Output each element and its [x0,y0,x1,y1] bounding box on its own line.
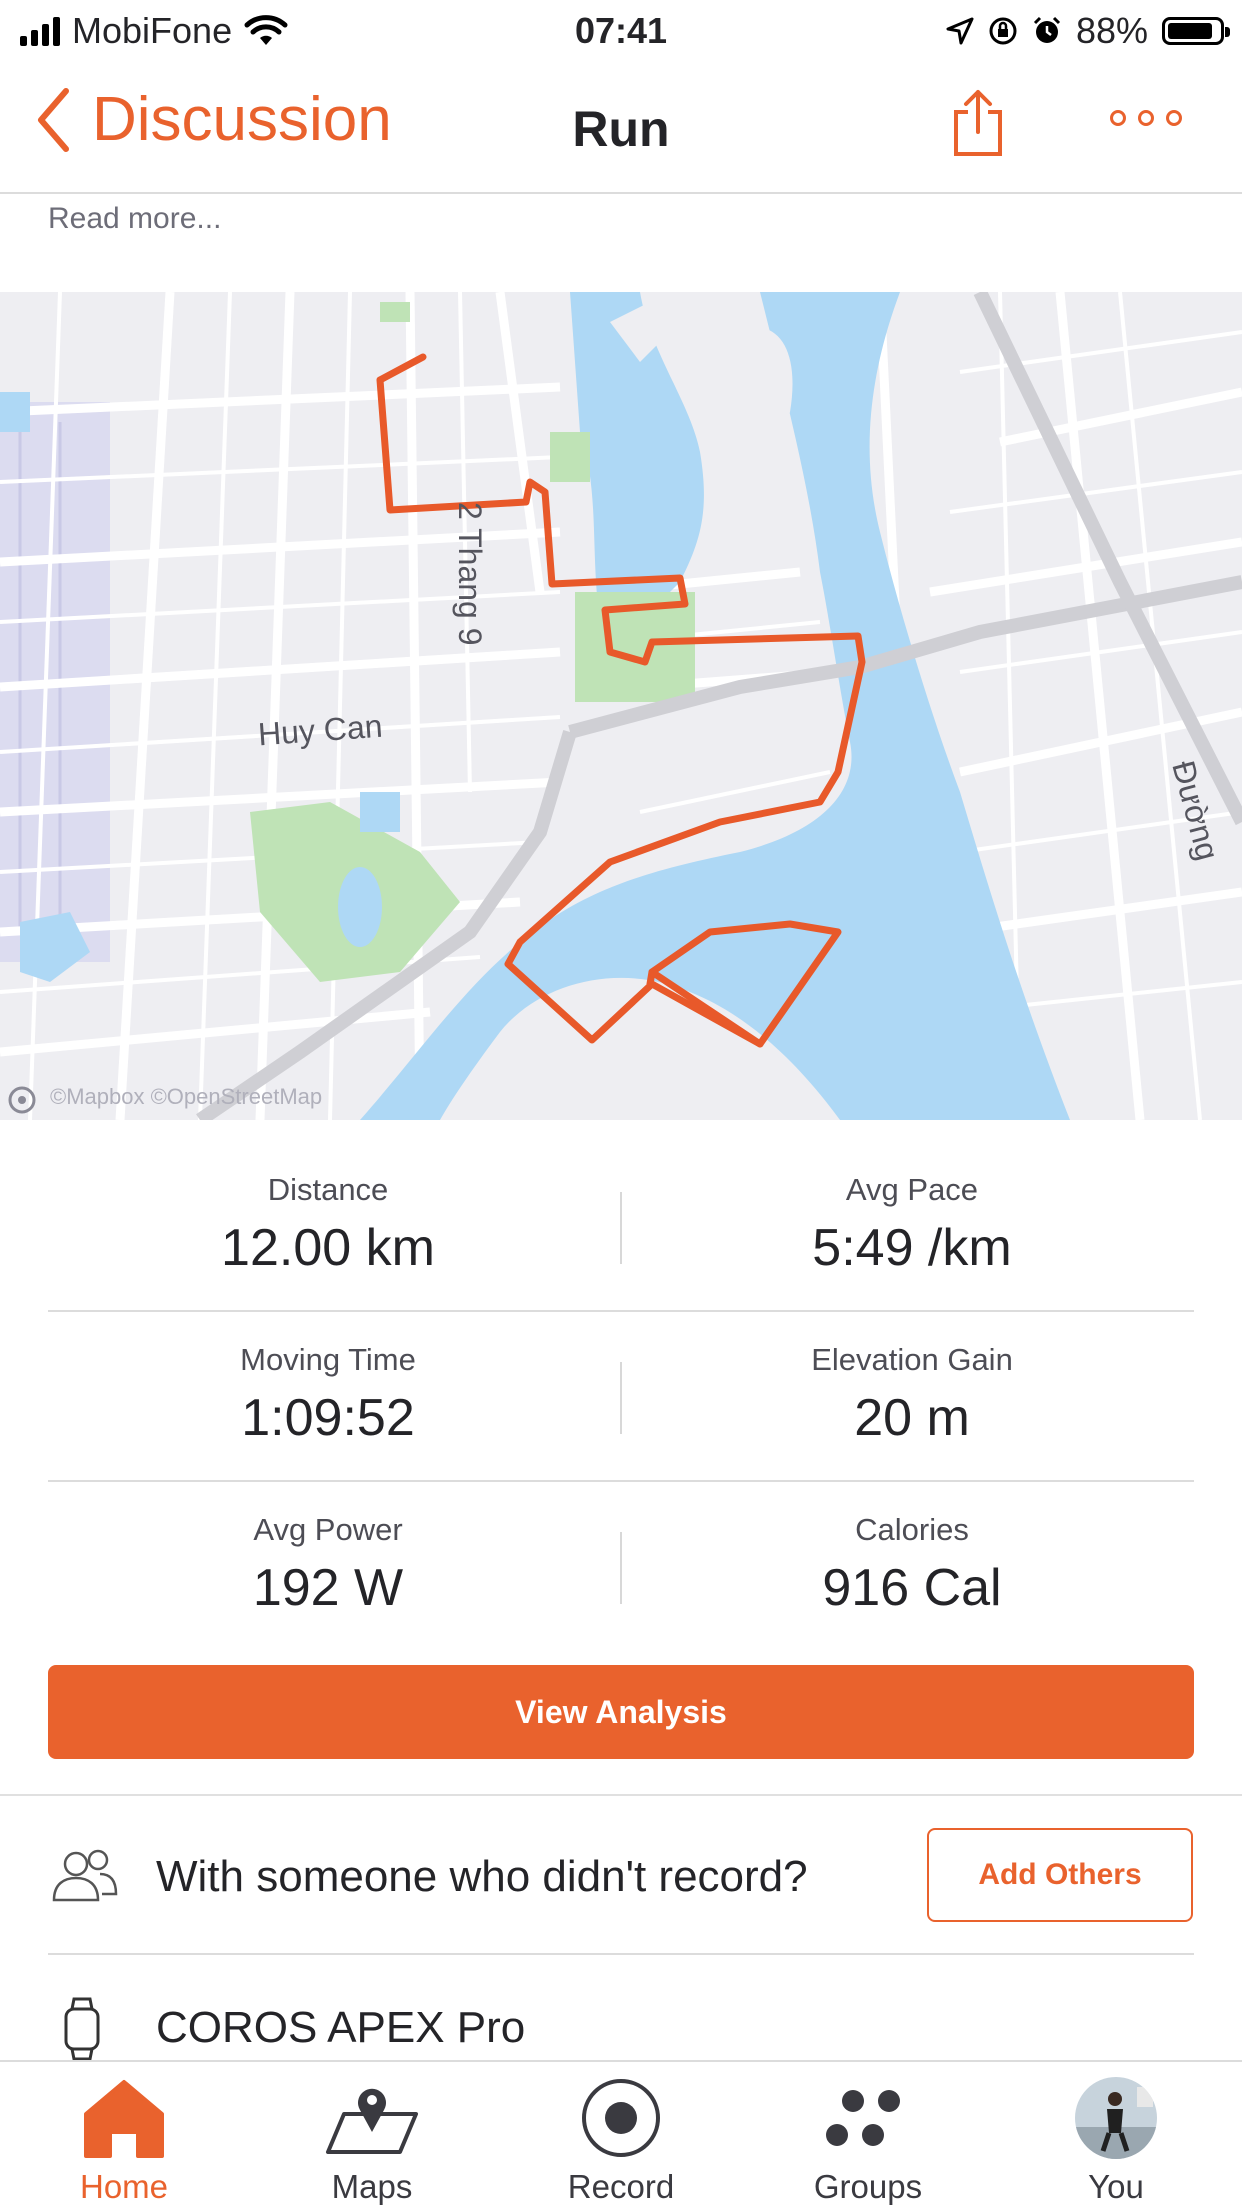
tab-record[interactable]: Record [521,2074,721,2206]
device-row: COROS APEX Pro [0,1955,1242,2061]
add-others-button[interactable]: Add Others [927,1828,1193,1922]
nav-bar: Discussion Run [0,62,1242,194]
tab-bar: Home Maps Record Groups You [0,2060,1242,2210]
stat-label: Distance [267,1172,389,1207]
stat-value: 192 W [252,1559,404,1617]
battery-percent: 88% [1075,10,1148,51]
map-graphic [0,292,1242,1120]
row-divider [48,1310,1194,1312]
maps-icon [326,2088,418,2154]
orientation-lock-icon [989,17,1017,45]
people-icon [52,1849,118,1902]
watch-icon [64,1997,100,2061]
home-icon [84,2080,164,2158]
tab-label: Home [79,2168,169,2205]
battery-icon [1162,17,1230,45]
stat-avg-pace: Avg Pace 5:49 /km [642,1172,1182,1278]
row-divider [48,1480,1194,1482]
tab-you[interactable]: You [1016,2074,1216,2206]
stat-divider [620,1192,622,1264]
avatar [1075,2077,1157,2159]
stat-value: 12.00 km [221,1219,435,1277]
stat-avg-power: Avg Power 192 W [58,1512,598,1618]
stat-value: 916 Cal [822,1559,1002,1617]
stat-value: 20 m [854,1389,970,1447]
alarm-icon [1033,16,1060,43]
tab-label: You [1088,2168,1144,2205]
tab-groups[interactable]: Groups [768,2074,968,2206]
stat-value: 1:09:52 [241,1389,415,1447]
stat-divider [620,1362,622,1434]
tab-maps[interactable]: Maps [272,2074,472,2206]
stat-distance: Distance 12.00 km [58,1172,598,1278]
tab-label: Maps [331,2168,413,2205]
stat-divider [620,1532,622,1604]
tab-label: Groups [813,2168,923,2205]
map-attribution: ©Mapbox ©OpenStreetMap [50,1084,323,1109]
device-name: COROS APEX Pro [156,2003,526,2052]
stat-label: Moving Time [240,1342,416,1377]
location-arrow-icon [946,17,974,45]
with-others-text: With someone who didn't record? [156,1852,808,1901]
route-map[interactable]: Huy Can 2 Thang 9 Đường ©Mapbox ©OpenStr… [0,292,1242,1120]
with-others-row: With someone who didn't record? Add Othe… [0,1800,1242,1950]
share-icon[interactable] [950,88,1006,158]
street-label-2-thang-9: 2 Thang 9 [452,502,488,646]
groups-icon [826,2090,900,2146]
read-more-link[interactable]: Read more... [48,202,221,236]
status-right: 88% [946,10,1230,52]
stat-label: Avg Pace [845,1172,979,1207]
section-divider [0,1794,1242,1796]
page-title: Run [572,101,670,157]
tab-label: Record [567,2168,675,2205]
stat-moving-time: Moving Time 1:09:52 [58,1342,598,1448]
stat-label: Calories [855,1512,969,1547]
stat-label: Avg Power [253,1512,403,1547]
status-bar: MobiFone 07:41 88% [0,0,1242,62]
view-analysis-button[interactable]: View Analysis [48,1665,1194,1759]
record-icon [582,2079,660,2157]
stat-elevation-gain: Elevation Gain 20 m [642,1342,1182,1448]
more-options-icon[interactable] [1110,110,1182,126]
stat-calories: Calories 916 Cal [642,1512,1182,1618]
stat-label: Elevation Gain [811,1342,1013,1377]
stat-value: 5:49 /km [812,1219,1012,1277]
tab-home[interactable]: Home [24,2074,224,2206]
